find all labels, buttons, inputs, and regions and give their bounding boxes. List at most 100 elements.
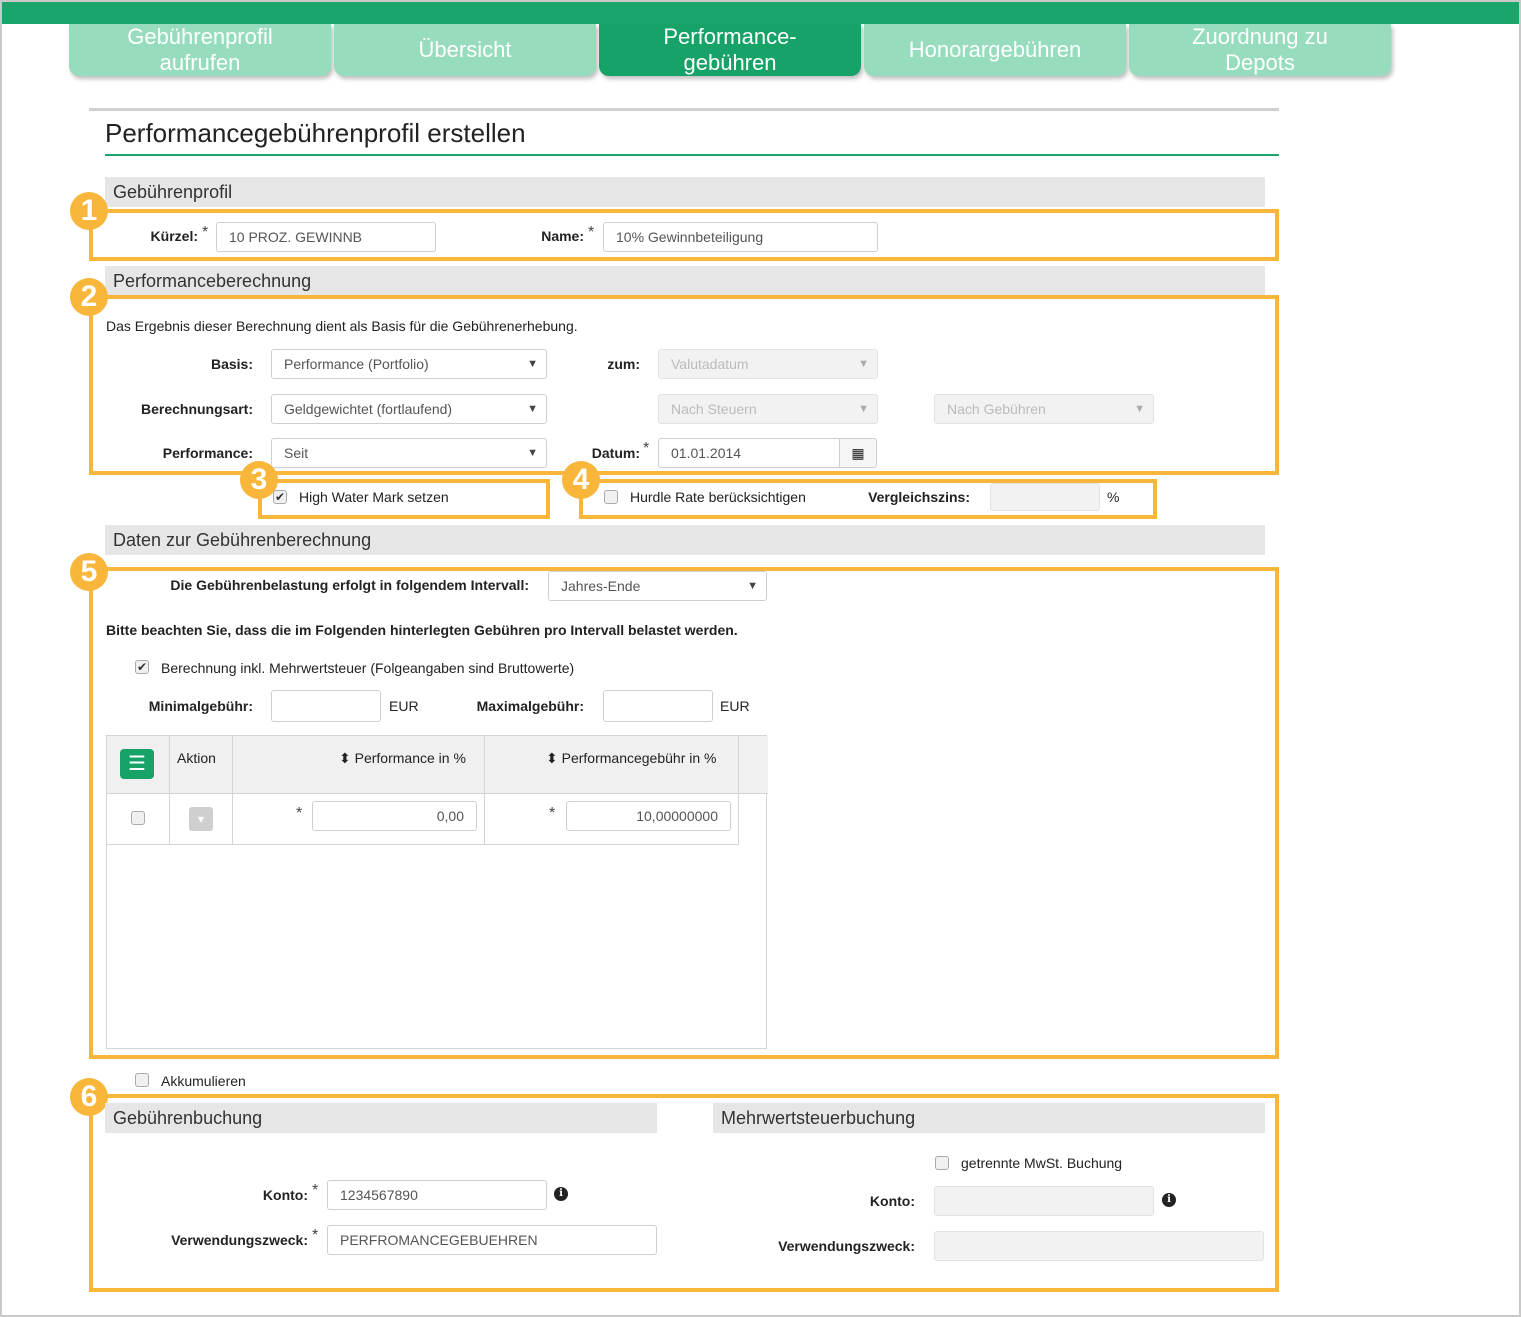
info-icon[interactable]: i [1162,1193,1176,1207]
vergleichszins-input [990,483,1100,511]
steuern-select: Nach Steuern ▼ [658,394,878,424]
interval-select[interactable]: Jahres-Ende ▼ [548,571,767,601]
mwst-verwendungszweck-input [934,1231,1264,1261]
datum-input[interactable]: 01.01.2014 [658,438,840,468]
required-mark: * [549,805,556,822]
berechnungsart-select[interactable]: Geldgewichtet (fortlaufend) ▼ [271,394,547,424]
basis-select[interactable]: Performance (Portfolio) ▼ [271,349,547,379]
divider [89,108,1279,111]
maximalgebuehr-input[interactable] [603,690,713,722]
tab-gebuehrenprofil-aufrufen[interactable]: Gebührenprofil aufrufen [69,24,331,76]
chevron-down-icon: ▼ [527,403,538,415]
hurdle-rate-checkbox[interactable] [604,490,618,504]
verwendungszweck-label: Verwendungszweck: [171,1232,308,1248]
page-title: Performancegebührenprofil erstellen [105,118,526,148]
sort-icon: ⬍ [546,750,558,766]
column-divider [232,736,233,844]
section-header-mehrwertsteuerbuchung: Mehrwertsteuerbuchung [713,1103,1265,1133]
getrennte-mwst-checkbox[interactable] [935,1156,949,1170]
required-mark: * [643,440,650,457]
badge-2: 2 [70,278,108,316]
vergleichszins-label: Vergleichszins: [868,489,970,505]
akkumulieren-checkbox[interactable] [135,1073,149,1087]
table-header: ☰ Aktion ⬍ Performance in % ⬍ Performanc… [107,736,768,794]
konto-label: Konto: [262,1187,308,1203]
basis-value: Performance (Portfolio) [284,356,429,372]
top-bar [2,2,1519,24]
tab-uebersicht[interactable]: Übersicht [334,24,596,76]
tab-label: Performance- [663,24,797,49]
column-header-performancegebuehr[interactable]: ⬍ Performancegebühr in % [546,750,717,767]
badge-4: 4 [562,461,600,499]
minimalgebuehr-input[interactable] [271,690,381,722]
column-header-performancegebuehr-label: Performancegebühr in % [561,750,717,766]
fee-table: ☰ Aktion ⬍ Performance in % ⬍ Performanc… [106,735,768,1049]
name-label: Name: [541,228,584,244]
mwst-konto-input [934,1186,1154,1216]
section-header-gebuehrenprofil: Gebührenprofil [105,177,1265,207]
tab-label: Übersicht [418,37,512,62]
row-action-dropdown-icon[interactable]: ▾ [189,807,213,831]
calc-description: Das Ergebnis dieser Berechnung dient als… [106,318,578,334]
badge-6: 6 [70,1078,108,1116]
gebuehren-value: Nach Gebühren [947,401,1046,417]
column-header-performance[interactable]: ⬍ Performance in % [339,750,466,767]
chevron-down-icon: ▼ [1134,403,1145,415]
performancegebuehr-percent-input[interactable]: 10,00000000 [566,801,731,831]
datum-label: Datum: [591,445,640,461]
performance-select[interactable]: Seit ▼ [271,438,547,468]
section-header-performanceberechnung: Performanceberechnung [105,266,1265,296]
mwst-konto-label: Konto: [869,1193,915,1209]
konto-input[interactable]: 1234567890 [327,1180,547,1210]
mwst-checkbox[interactable]: ✔ [135,660,149,674]
currency-label: EUR [389,698,419,714]
chevron-down-icon: ▼ [527,447,538,459]
verwendungszweck-input[interactable]: PERFROMANCEGEBUEHREN [327,1225,657,1255]
mwst-label: Berechnung inkl. Mehrwertsteuer (Folgean… [161,660,575,676]
column-divider [484,736,485,844]
hurdle-rate-label: Hurdle Rate berücksichtigen [630,489,806,505]
column-divider [169,736,170,844]
column-header-performance-label: Performance in % [354,750,466,766]
kuerzel-input[interactable]: 10 PROZ. GEWINNB [216,222,436,252]
high-water-mark-label: High Water Mark setzen [299,489,449,505]
required-mark: * [588,224,595,241]
required-mark: * [312,1227,319,1244]
kuerzel-label: Kürzel: [150,228,198,244]
performance-percent-input[interactable]: 0,00 [312,801,477,831]
currency-label: EUR [720,698,750,714]
zum-select: Valutadatum ▼ [658,349,878,379]
chevron-down-icon: ▼ [858,403,869,415]
tab-label: Honorargebühren [908,37,1082,62]
row-divider [107,844,739,845]
badge-1: 1 [70,192,108,230]
steuern-value: Nach Steuern [671,401,757,417]
interval-value: Jahres-Ende [561,578,641,594]
getrennte-mwst-label: getrennte MwSt. Buchung [961,1155,1123,1171]
tab-label: Zuordnung zu [1192,24,1328,49]
gebuehren-select: Nach Gebühren ▼ [934,394,1154,424]
sort-icon: ⬍ [339,750,351,766]
high-water-mark-checkbox[interactable]: ✔ [273,490,287,504]
row-select-checkbox[interactable] [131,811,145,825]
interval-note: Bitte beachten Sie, dass die im Folgende… [106,622,738,638]
basis-label: Basis: [210,356,253,372]
zum-label: zum: [607,356,640,372]
required-mark: * [296,805,303,822]
tab-performancegebuehren[interactable]: Performance- gebühren [599,24,861,76]
section-header-daten-gebuehrenberechnung: Daten zur Gebührenberechnung [105,525,1265,555]
tab-zuordnung-zu-depots[interactable]: Zuordnung zu Depots [1129,24,1391,76]
berechnungsart-label: Berechnungsart: [140,401,253,417]
tab-label: Gebührenprofil [127,24,273,49]
akkumulieren-label: Akkumulieren [161,1073,246,1089]
menu-icon[interactable]: ☰ [120,749,154,779]
zum-value: Valutadatum [671,356,749,372]
info-icon[interactable]: i [554,1187,568,1201]
column-divider [738,736,739,844]
calendar-icon[interactable]: ▦ [839,438,877,468]
chevron-down-icon: ▼ [858,358,869,370]
tab-honorargebuehren[interactable]: Honorargebühren [864,24,1126,76]
name-input[interactable]: 10% Gewinnbeteiligung [603,222,878,252]
chevron-down-icon: ▼ [527,358,538,370]
title-underline [105,154,1279,156]
